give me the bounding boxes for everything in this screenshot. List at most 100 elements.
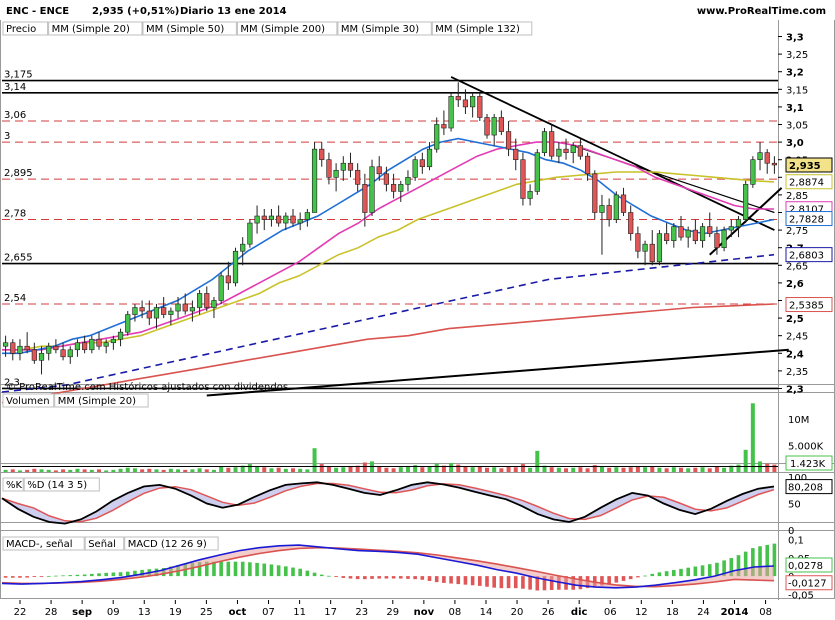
macd-hist-bar: [413, 576, 417, 580]
candle-body: [728, 226, 734, 231]
candle-body: [527, 191, 533, 199]
volume-legend: Volumen MM (Simple 20): [2, 393, 149, 408]
y-tick-label: 3,2: [786, 68, 804, 79]
volume-bar: [125, 467, 130, 472]
candle-body: [398, 184, 404, 192]
y-tick-label: 2,65: [786, 261, 808, 272]
macd-hist-bar: [39, 576, 44, 577]
volume-bar: [255, 466, 260, 472]
candle-body: [290, 215, 296, 224]
volume-bar: [556, 467, 561, 472]
price-badge-label: 2,7828: [789, 215, 824, 226]
candle-body: [153, 307, 160, 319]
x-tick-label: 22: [14, 607, 27, 618]
macd-hist-bar: [240, 561, 245, 577]
macd-hist-bar: [621, 576, 626, 581]
candle-body: [477, 96, 483, 118]
macd-hist-bar: [715, 562, 719, 577]
level-label: 2,54: [4, 293, 26, 304]
stoch-current: 80,208: [788, 483, 823, 494]
x-tick-label: 12: [635, 607, 648, 618]
level-label: 2,895: [4, 168, 33, 179]
macd-hist-bar: [607, 576, 611, 585]
volume-bar: [499, 468, 504, 472]
macd-hist-bar: [657, 572, 662, 577]
candle-body: [656, 233, 663, 263]
candle-body: [218, 275, 224, 301]
volume-bar: [326, 466, 331, 472]
stock-chart: 3,1753,14 3,06 3 2,895 2,78 2,655 2,54 2,3 3,3 3…: [0, 0, 835, 618]
macd-hist-bar: [262, 563, 267, 577]
candle-body: [369, 166, 375, 213]
macd-hist-bar: [32, 576, 37, 577]
macd-hist-bar: [327, 575, 331, 577]
candle-body: [110, 338, 116, 344]
candle-body: [563, 148, 569, 153]
header-site: www.ProRealTime.com: [697, 6, 826, 17]
macd-hist-bar: [449, 576, 453, 584]
volume-bar: [46, 469, 51, 472]
candle-body: [96, 338, 102, 347]
macd-hist-bar: [269, 564, 274, 577]
macd-hist-bar: [25, 576, 29, 578]
y-tick-label: 3,05: [786, 121, 808, 132]
volume-bar: [434, 463, 439, 472]
candle-body: [333, 169, 339, 178]
volume-bar: [334, 467, 339, 472]
candle-body: [182, 303, 188, 312]
candle-body: [362, 184, 368, 213]
macd-hist-bar: [707, 564, 712, 577]
volume-bar: [722, 467, 727, 472]
macd-hist-bar: [686, 567, 690, 577]
candle-body: [628, 212, 634, 234]
y-tick-label: 3,0: [786, 138, 804, 149]
stochastic-lines: [1, 481, 775, 525]
y-tick-label: 2,45: [786, 332, 808, 343]
macd-hist-bar: [456, 576, 461, 585]
macd-current: 0,0278: [788, 561, 823, 572]
candle-body: [347, 162, 354, 171]
candle-body: [513, 148, 519, 161]
candle-body: [620, 194, 627, 213]
volume-bar: [233, 467, 238, 472]
panel-legend-label: MM (Simple 20): [58, 396, 136, 407]
candle-body: [584, 155, 591, 175]
candle-body: [664, 233, 670, 241]
macd-hist-bar: [355, 576, 360, 580]
level-label: 2,655: [4, 253, 33, 264]
macd-legend: MACD-, señal Señal MACD (12 26 9): [2, 536, 219, 551]
candle-body: [771, 162, 778, 166]
x-tick-label: sep: [72, 607, 92, 618]
volume-bar: [219, 466, 224, 472]
candle-body: [635, 233, 641, 252]
header-period: Diario 13 ene 2014: [180, 6, 287, 17]
stoch-tick-label: 50: [788, 500, 801, 511]
volume-bar: [17, 470, 22, 472]
stoch-fill: [2, 482, 774, 524]
volume-bar: [204, 469, 209, 472]
candle-body: [355, 169, 361, 185]
macd-signal-line: [1, 546, 775, 588]
macd-hist-bar: [643, 575, 647, 577]
macd-hist-bar: [492, 576, 496, 588]
volume-bar: [161, 469, 166, 472]
volume-bar: [578, 467, 583, 472]
candle-body: [240, 243, 246, 252]
volume-bar: [664, 468, 669, 472]
volume-bar: [97, 469, 101, 472]
panel-frame: [0, 522, 835, 599]
volume-bar: [118, 468, 123, 472]
volume-bar: [528, 467, 533, 472]
volume-bar: [147, 468, 152, 472]
volume-bar: [520, 464, 525, 472]
x-tick-label: 14: [480, 607, 493, 618]
macd-hist-bar: [391, 576, 396, 579]
volume-bar: [276, 467, 281, 472]
price-badge-label: 2,8874: [789, 178, 824, 189]
macd-hist-bar: [700, 565, 705, 577]
x-tick-label: 06: [604, 607, 617, 618]
macd-hist-bar: [46, 575, 51, 577]
candle-body: [541, 131, 548, 153]
candle-body: [146, 310, 152, 319]
y-tick-label: 2,3: [786, 384, 804, 395]
